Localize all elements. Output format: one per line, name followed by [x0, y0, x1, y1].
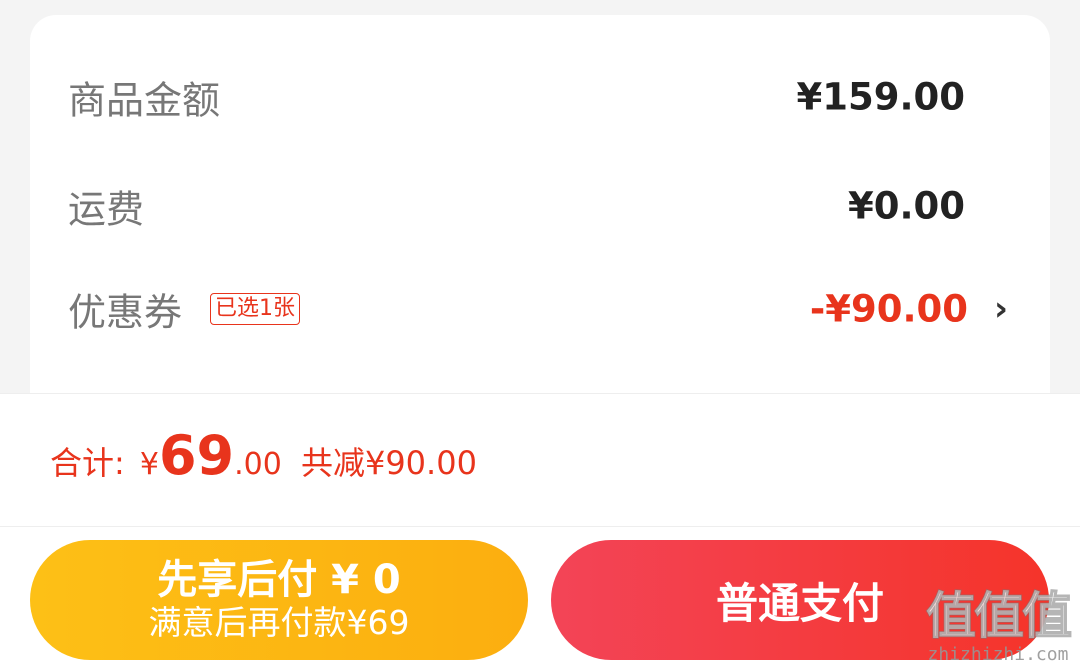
- pay-later-sublabel: 满意后再付款¥69: [148, 603, 410, 642]
- pay-later-button[interactable]: 先享后付 ¥ 0 满意后再付款¥69: [30, 540, 528, 660]
- shipping-row: 运费 ¥0.00: [30, 176, 1050, 236]
- coupon-label: 优惠券: [68, 290, 183, 335]
- coupon-discount-value: -¥90.00: [809, 287, 968, 331]
- coupon-row[interactable]: 优惠券 已选1张 -¥90.00 ›: [30, 279, 1050, 339]
- total-amount-integer: 69: [158, 424, 235, 487]
- total-savings: 共减¥90.00: [300, 444, 477, 482]
- pay-later-label: 先享后付 ¥ 0: [157, 557, 401, 603]
- chevron-right-icon[interactable]: ›: [994, 289, 1008, 329]
- goods-amount-label: 商品金额: [68, 78, 221, 123]
- checkout-footer: 合计: ¥69.00 共减¥90.00 先享后付 ¥ 0 满意后再付款¥69 普…: [0, 393, 1080, 672]
- coupon-selected-badge: 已选1张: [210, 293, 300, 325]
- total-currency: ¥: [139, 447, 159, 482]
- shipping-value: ¥0.00: [847, 184, 965, 228]
- total-amount-decimal: .00: [234, 447, 282, 482]
- order-total: 合计: ¥69.00 共减¥90.00: [50, 424, 477, 487]
- shipping-label: 运费: [68, 187, 145, 232]
- goods-amount-value: ¥159.00: [796, 75, 965, 119]
- goods-amount-row: 商品金额 ¥159.00: [30, 67, 1050, 127]
- divider: [0, 526, 1080, 527]
- order-summary-card: 商品金额 ¥159.00 运费 ¥0.00 优惠券 已选1张 -¥90.00 ›: [30, 15, 1050, 435]
- normal-pay-label: 普通支付: [715, 578, 884, 628]
- normal-pay-button[interactable]: 普通支付: [551, 540, 1049, 660]
- total-label: 合计:: [50, 444, 125, 482]
